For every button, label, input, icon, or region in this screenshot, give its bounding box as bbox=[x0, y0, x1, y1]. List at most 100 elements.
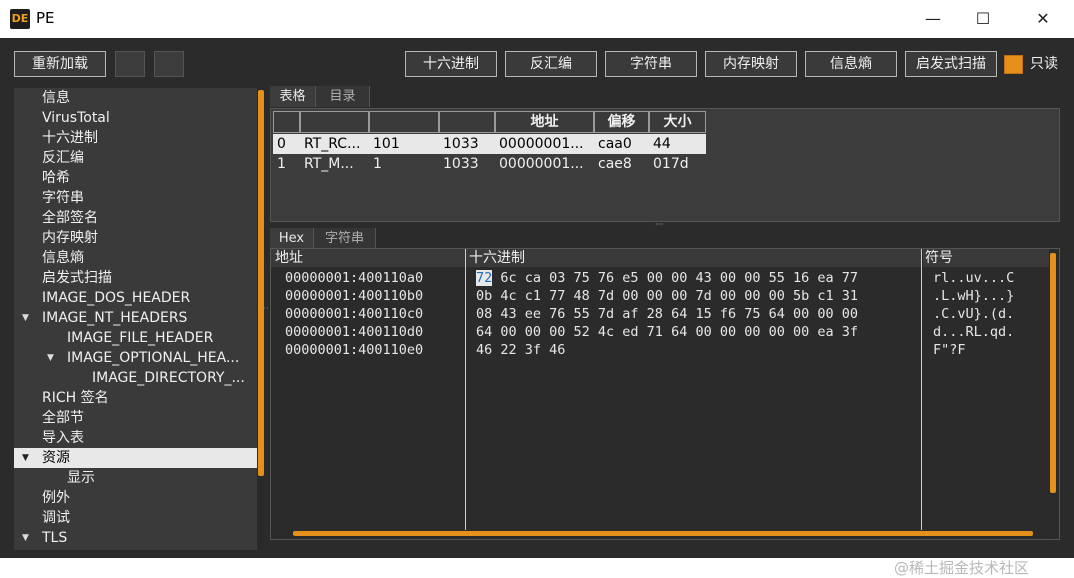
sidebar-item-label: 哈希 bbox=[42, 170, 70, 186]
hex-bytes[interactable]: 64 00 00 00 52 4c ed 71 64 00 00 00 00 0… bbox=[476, 323, 858, 341]
toolbar-blank-button-2[interactable] bbox=[154, 51, 184, 77]
hex-address: 00000001:400110b0 bbox=[285, 288, 424, 304]
hex-byte-list[interactable]: 08 43 ee 76 55 7d af 28 64 15 f6 75 64 0… bbox=[476, 306, 858, 322]
strings-button[interactable]: 字符串 bbox=[605, 51, 697, 77]
table-cell[interactable]: 1 bbox=[369, 154, 439, 174]
tab-directory[interactable]: 目录 bbox=[316, 86, 370, 107]
memory-map-button[interactable]: 内存映射 bbox=[705, 51, 797, 77]
sidebar-item[interactable]: 信息 bbox=[14, 88, 257, 108]
hex-address: 00000001:400110c0 bbox=[285, 306, 424, 322]
sidebar-item[interactable]: 全部签名 bbox=[14, 208, 257, 228]
hex-symbols[interactable]: d...RL.qd. bbox=[933, 323, 1014, 341]
heuristic-scan-button[interactable]: 启发式扫描 bbox=[905, 51, 997, 77]
sidebar-item[interactable]: 反汇编 bbox=[14, 148, 257, 168]
hex-address: 00000001:400110e0 bbox=[285, 342, 424, 358]
sidebar-item-label: IMAGE_OPTIONAL_HEA... bbox=[67, 350, 240, 366]
reload-button[interactable]: 重新加载 bbox=[14, 51, 106, 77]
table-header-cell[interactable] bbox=[273, 111, 300, 133]
table-cell[interactable]: 00000001... bbox=[495, 134, 594, 154]
close-button[interactable]: ✕ bbox=[1018, 0, 1068, 38]
table-cell[interactable]: 1 bbox=[273, 154, 300, 174]
table-header-cell[interactable] bbox=[300, 111, 369, 133]
hex-bytes[interactable]: 0b 4c c1 77 48 7d 00 00 00 7d 00 00 00 5… bbox=[476, 287, 858, 305]
sidebar-item[interactable]: 导入表 bbox=[14, 428, 257, 448]
sidebar-item[interactable]: ▼ IMAGE_NT_HEADERS bbox=[14, 308, 257, 328]
tab-strings[interactable]: 字符串 bbox=[314, 228, 376, 249]
table-header-cell[interactable]: 偏移 bbox=[594, 111, 649, 133]
sidebar-item[interactable]: IMAGE_DIRECTORY_... bbox=[14, 368, 257, 388]
sidebar-scrollbar-thumb[interactable] bbox=[258, 90, 264, 476]
resource-table: 地址 偏移 大小 0 RT_RC... 101 1033 00000001... caa0 44 1… bbox=[270, 108, 1060, 222]
readonly-label: 只读 bbox=[1030, 56, 1058, 72]
hex-byte-list[interactable]: 46 22 3f 46 bbox=[476, 342, 565, 358]
sidebar-item-label: 信息熵 bbox=[42, 250, 84, 266]
sidebar-item[interactable]: ▼ IMAGE_OPTIONAL_HEA... bbox=[14, 348, 257, 368]
hex-selected-byte[interactable]: 72 bbox=[476, 270, 493, 286]
hex-column-symbols-header: 符号 bbox=[923, 249, 1051, 267]
expand-arrow-icon[interactable]: ▼ bbox=[22, 308, 29, 328]
main-area: 重新加载 十六进制 反汇编 字符串 内存映射 信息熵 启发式扫描 只读 信息 Vi… bbox=[0, 38, 1074, 577]
hex-symbols[interactable]: F"?F bbox=[933, 341, 966, 359]
sidebar-item[interactable]: ▼ TLS bbox=[14, 528, 257, 548]
sidebar-item[interactable]: 全部节 bbox=[14, 408, 257, 428]
sidebar-item[interactable]: 启发式扫描 bbox=[14, 268, 257, 288]
table-header-cell[interactable] bbox=[439, 111, 495, 133]
expand-arrow-icon[interactable]: ▼ bbox=[22, 448, 29, 468]
hex-symbols[interactable]: rl..uv...C bbox=[933, 269, 1014, 287]
hex-byte-list[interactable]: 0b 4c c1 77 48 7d 00 00 00 7d 00 00 00 5… bbox=[476, 288, 858, 304]
tab-hex[interactable]: Hex bbox=[270, 228, 314, 249]
sidebar-item-label: 导入表 bbox=[42, 430, 84, 446]
table-header-cell[interactable]: 地址 bbox=[495, 111, 594, 133]
maximize-button[interactable]: ☐ bbox=[958, 0, 1008, 38]
expand-arrow-icon[interactable]: ▼ bbox=[22, 528, 29, 548]
sidebar-item[interactable]: IMAGE_DOS_HEADER bbox=[14, 288, 257, 308]
readonly-checkbox[interactable] bbox=[1004, 55, 1023, 74]
hex-button[interactable]: 十六进制 bbox=[405, 51, 497, 77]
table-cell[interactable]: 1033 bbox=[439, 134, 495, 154]
hex-bytes[interactable]: 08 43 ee 76 55 7d af 28 64 15 f6 75 64 0… bbox=[476, 305, 858, 323]
table-cell[interactable]: 017d bbox=[649, 154, 706, 174]
sidebar-item[interactable]: IMAGE_FILE_HEADER bbox=[14, 328, 257, 348]
hex-byte-list[interactable]: 6c ca 03 75 76 e5 00 00 43 00 00 55 16 e… bbox=[492, 270, 858, 286]
table-header-cell[interactable]: 大小 bbox=[649, 111, 706, 133]
hex-horizontal-scrollbar-thumb[interactable] bbox=[293, 531, 1033, 536]
sidebar-item-label: 字符串 bbox=[42, 190, 84, 206]
sidebar-item[interactable]: ▼ 资源 bbox=[14, 448, 257, 468]
table-cell[interactable]: 00000001... bbox=[495, 154, 594, 174]
hex-byte-list[interactable]: 64 00 00 00 52 4c ed 71 64 00 00 00 00 0… bbox=[476, 324, 858, 340]
hex-symbols[interactable]: .C.vU}.(d. bbox=[933, 305, 1014, 323]
hex-bytes[interactable]: 46 22 3f 46 bbox=[476, 341, 565, 359]
sidebar-item[interactable]: 例外 bbox=[14, 488, 257, 508]
table-cell[interactable]: RT_M... bbox=[300, 154, 369, 174]
minimize-button[interactable]: — bbox=[908, 0, 958, 38]
hex-scrollbar-thumb[interactable] bbox=[1050, 253, 1056, 493]
table-cell[interactable]: RT_RC... bbox=[300, 134, 369, 154]
sidebar-item[interactable]: 内存映射 bbox=[14, 228, 257, 248]
hex-bytes[interactable]: 72 6c ca 03 75 76 e5 00 00 43 00 00 55 1… bbox=[476, 269, 858, 287]
table-header-cell[interactable] bbox=[369, 111, 439, 133]
table-cell[interactable]: caa0 bbox=[594, 134, 649, 154]
disasm-button[interactable]: 反汇编 bbox=[505, 51, 597, 77]
sidebar-item[interactable]: 哈希 bbox=[14, 168, 257, 188]
horizontal-splitter-handle[interactable]: ····· bbox=[655, 220, 664, 229]
table-cell[interactable]: cae8 bbox=[594, 154, 649, 174]
expand-arrow-icon[interactable]: ▼ bbox=[47, 348, 54, 368]
sidebar-item[interactable]: 字符串 bbox=[14, 188, 257, 208]
hex-column-address-header: 地址 bbox=[271, 249, 469, 267]
toolbar-blank-button-1[interactable] bbox=[115, 51, 145, 77]
table-cell[interactable]: 44 bbox=[649, 134, 706, 154]
table-cell[interactable]: 0 bbox=[273, 134, 300, 154]
hex-symbols[interactable]: .L.wH}...} bbox=[933, 287, 1014, 305]
sidebar-item[interactable]: 调试 bbox=[14, 508, 257, 528]
sidebar-item[interactable]: 显示 bbox=[14, 468, 257, 488]
sidebar-item[interactable]: VirusTotal bbox=[14, 108, 257, 128]
tab-table[interactable]: 表格 bbox=[270, 86, 316, 107]
sidebar-item[interactable]: 信息熵 bbox=[14, 248, 257, 268]
table-cell[interactable]: 1033 bbox=[439, 154, 495, 174]
vertical-splitter-handle[interactable]: ⋮ bbox=[260, 304, 269, 311]
table-cell[interactable]: 101 bbox=[369, 134, 439, 154]
watermark: @稀土掘金技术社区 bbox=[894, 559, 1030, 577]
sidebar-item[interactable]: 十六进制 bbox=[14, 128, 257, 148]
sidebar-item[interactable]: RICH 签名 bbox=[14, 388, 257, 408]
entropy-button[interactable]: 信息熵 bbox=[805, 51, 897, 77]
